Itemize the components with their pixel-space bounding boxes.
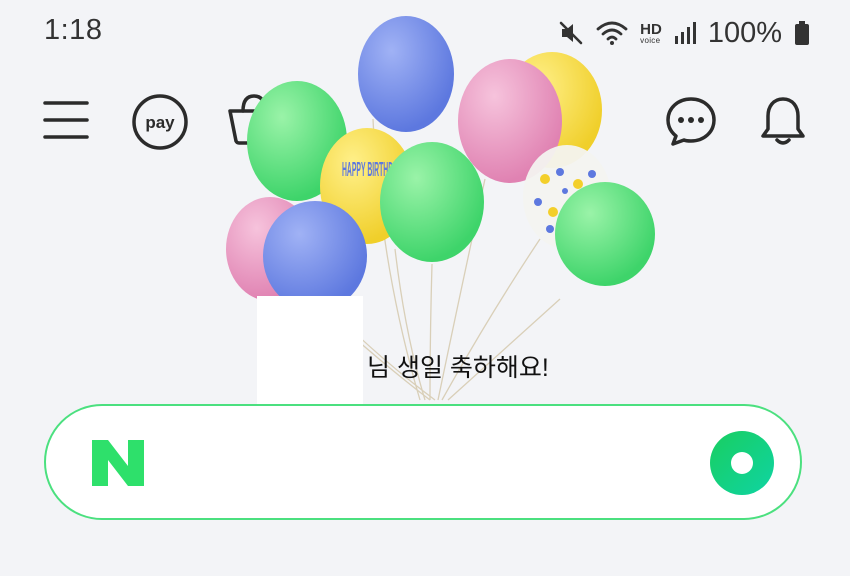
- chat-icon[interactable]: [664, 94, 718, 153]
- status-time: 1:18: [44, 14, 103, 46]
- green-dot-icon[interactable]: [708, 429, 776, 502]
- battery-icon: [794, 20, 810, 46]
- signal-icon: [674, 21, 696, 45]
- search-bar[interactable]: [44, 404, 802, 520]
- pay-label: pay: [145, 113, 175, 132]
- pay-icon[interactable]: pay: [131, 93, 189, 156]
- battery-percent: 100%: [707, 16, 782, 49]
- naver-logo: [90, 438, 146, 493]
- user-name-placeholder: [257, 296, 363, 404]
- bell-icon[interactable]: [758, 94, 808, 153]
- birthday-message: 님 생일 축하해요!: [367, 354, 549, 382]
- menu-icon[interactable]: [43, 100, 89, 145]
